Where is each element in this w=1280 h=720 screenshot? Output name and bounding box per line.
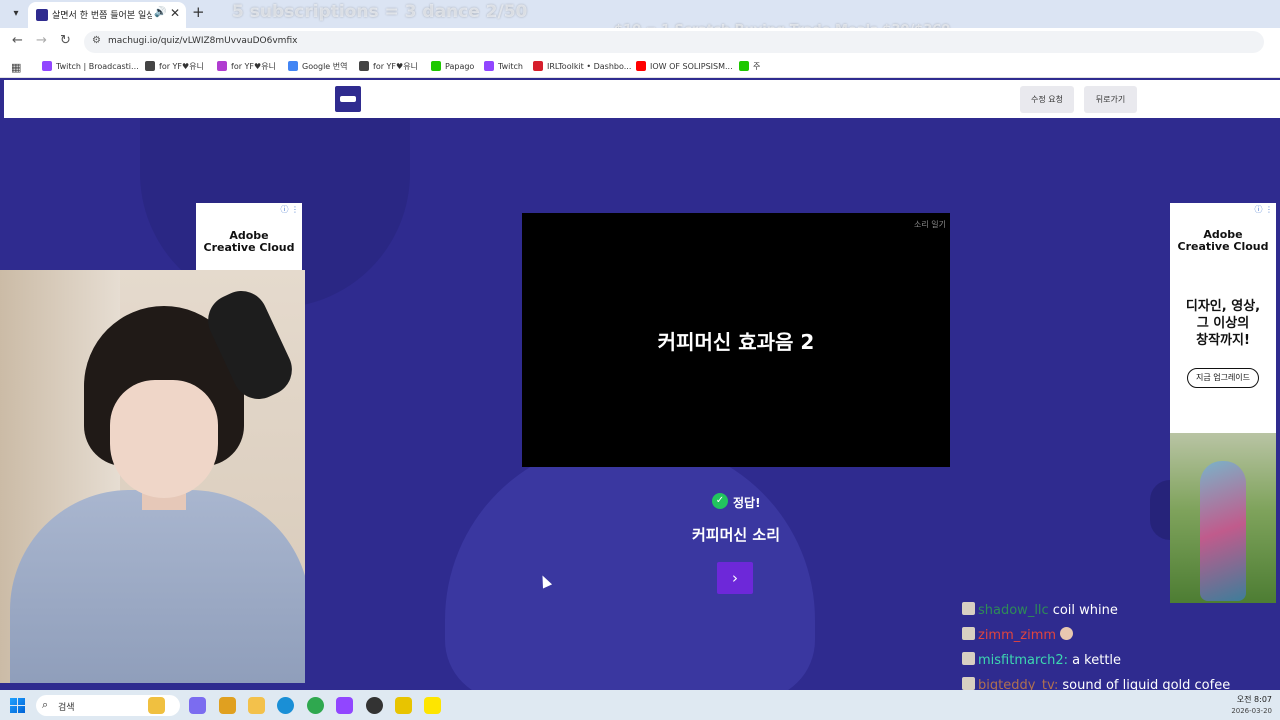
chat-badge-icon (962, 677, 975, 690)
forward-arrow-icon[interactable]: → (36, 33, 47, 48)
obs-icon[interactable] (366, 697, 383, 714)
browser-toolbar: ← → ↻ ⚙ machugi.io/quiz/vLWIZ8mUvvauDO6v… (0, 28, 1280, 56)
ad-headline: 디자인, 영상, 그 이상의 창작까지! (1185, 299, 1261, 348)
ad-banner-right[interactable]: ⓘ ⋮ Adobe Creative Cloud 디자인, 영상, 그 이상의 … (1170, 203, 1276, 603)
windows-taskbar: ⌕ 검색 오전 8:07 2026-03-20 (0, 690, 1280, 720)
bookmark-icon (42, 61, 52, 71)
close-tab-icon[interactable]: ✕ (170, 6, 180, 20)
browser-tab[interactable]: 살면서 한 번쯤 들어본 일상 🔊 ✕ (28, 2, 186, 28)
chat-username: shadow_llc (978, 603, 1049, 618)
chat-text: a kettle (1072, 653, 1122, 668)
answer-text: 커피머신 소리 (691, 526, 781, 544)
ad-photo-figure (1200, 461, 1246, 601)
bookmark-icon (288, 61, 298, 71)
search-placeholder: 검색 (58, 703, 75, 713)
tab-title: 살면서 한 번쯤 들어본 일상 (52, 11, 152, 21)
bookmark-item[interactable]: Papago (431, 61, 474, 71)
chat-badge-icon (962, 627, 975, 640)
chrome-icon[interactable] (307, 697, 324, 714)
edge-icon[interactable] (277, 697, 294, 714)
correct-label: 정답! (733, 496, 761, 510)
url-text[interactable]: machugi.io/quiz/vLWIZ8mUvvauDO6vmfix (108, 36, 297, 46)
site-logo[interactable] (335, 86, 361, 112)
speaker-icon[interactable]: 🔊 (154, 7, 166, 18)
bookmark-icon (359, 61, 369, 71)
address-bar[interactable]: ⚙ machugi.io/quiz/vLWIZ8mUvvauDO6vmfix (84, 31, 1264, 53)
chat-text: coil whine (1052, 603, 1118, 618)
apps-grid-icon[interactable]: ▦ (11, 61, 21, 74)
reload-icon[interactable]: ↻ (60, 33, 71, 48)
ad-brand: Adobe Creative Cloud (203, 229, 295, 254)
webcam-person-body (10, 490, 305, 683)
bookmark-icon (431, 61, 441, 71)
search-app-icon[interactable] (219, 697, 236, 714)
bookmark-icon (636, 61, 646, 71)
chat-message: zimm_zimm (962, 627, 1074, 643)
chat-username: misfitmarch2: (978, 653, 1069, 668)
new-tab-button[interactable]: + (192, 3, 205, 21)
stream-goal-overlay: 5 subscriptions = 3 dance 2/50 (232, 2, 528, 22)
widget-icon[interactable] (148, 697, 165, 714)
site-info-icon[interactable]: ⚙ (92, 35, 101, 46)
bookmark-icon (533, 61, 543, 71)
ad-cta-button[interactable]: 지금 업그레이드 (1187, 368, 1259, 388)
edit-request-button[interactable]: 수정 요청 (1020, 86, 1074, 113)
windows-start-icon[interactable] (10, 698, 25, 713)
ad-info-icon[interactable]: ⓘ ⋮ (1254, 204, 1273, 215)
streaming-app-icon[interactable] (395, 697, 412, 714)
quiz-video-player[interactable]: 소리 일기 커피머신 효과음 2 (522, 213, 950, 467)
ad-photo (1170, 433, 1276, 603)
bookmark-icon (217, 61, 227, 71)
next-question-button[interactable]: › (717, 562, 753, 594)
bookmark-item[interactable]: Twitch (484, 61, 523, 71)
ad-brand: Adobe Creative Cloud (1177, 228, 1269, 253)
video-corner-label: 소리 일기 (914, 220, 946, 229)
bookmark-item[interactable]: Twitch | Broadcasti... (42, 61, 139, 71)
background-shape (445, 440, 815, 700)
chat-message: misfitmarch2: a kettle (962, 652, 1121, 668)
file-explorer-icon[interactable] (248, 697, 265, 714)
ad-info-icon[interactable]: ⓘ ⋮ (280, 204, 299, 215)
chat-badge-icon (962, 602, 975, 615)
copilot-icon[interactable] (189, 697, 206, 714)
site-header: 수정 요청 뒤로가기 (4, 80, 1280, 118)
bookmark-item[interactable]: Google 번역 (288, 61, 347, 72)
bookmark-item[interactable]: IOW OF SOLIPSISM... (636, 61, 733, 71)
bookmark-item[interactable]: for YF♥유니 (145, 61, 204, 72)
kakaotalk-icon[interactable] (424, 697, 441, 714)
bookmark-item[interactable]: 주 (739, 61, 760, 72)
tab-search-icon[interactable]: ▾ (8, 6, 24, 22)
search-icon: ⌕ (42, 698, 49, 711)
twitch-icon[interactable] (336, 697, 353, 714)
chat-badge-icon (962, 652, 975, 665)
bookmark-icon (484, 61, 494, 71)
check-circle-icon: ✓ (712, 493, 728, 509)
chevron-right-icon: › (732, 569, 738, 587)
chat-username: zimm_zimm (978, 628, 1057, 643)
bookmark-item[interactable]: for YF♥유니 (217, 61, 276, 72)
bookmark-item[interactable]: IRLToolkit • Dashbo... (533, 61, 631, 71)
webcam-feed (0, 270, 305, 683)
chat-message: shadow_llc coil whine (962, 602, 1118, 618)
bookmark-icon (739, 61, 749, 71)
ad-banner-left[interactable]: ⓘ ⋮ Adobe Creative Cloud (196, 203, 302, 271)
tab-favicon-icon (36, 9, 48, 21)
video-title: 커피머신 효과음 2 (657, 330, 815, 354)
back-button[interactable]: 뒤로가기 (1084, 86, 1137, 113)
bookmarks-bar: ▦ Twitch | Broadcasti... for YF♥유니 for Y… (0, 56, 1280, 78)
emote-icon (1060, 627, 1074, 640)
clock-date[interactable]: 2026-03-20 (1220, 707, 1272, 715)
webcam-person-face (110, 380, 218, 498)
back-arrow-icon[interactable]: ← (12, 33, 23, 48)
bookmark-icon (145, 61, 155, 71)
clock-time[interactable]: 오전 8:07 (1220, 694, 1272, 705)
bookmark-item[interactable]: for YF♥유니 (359, 61, 418, 72)
